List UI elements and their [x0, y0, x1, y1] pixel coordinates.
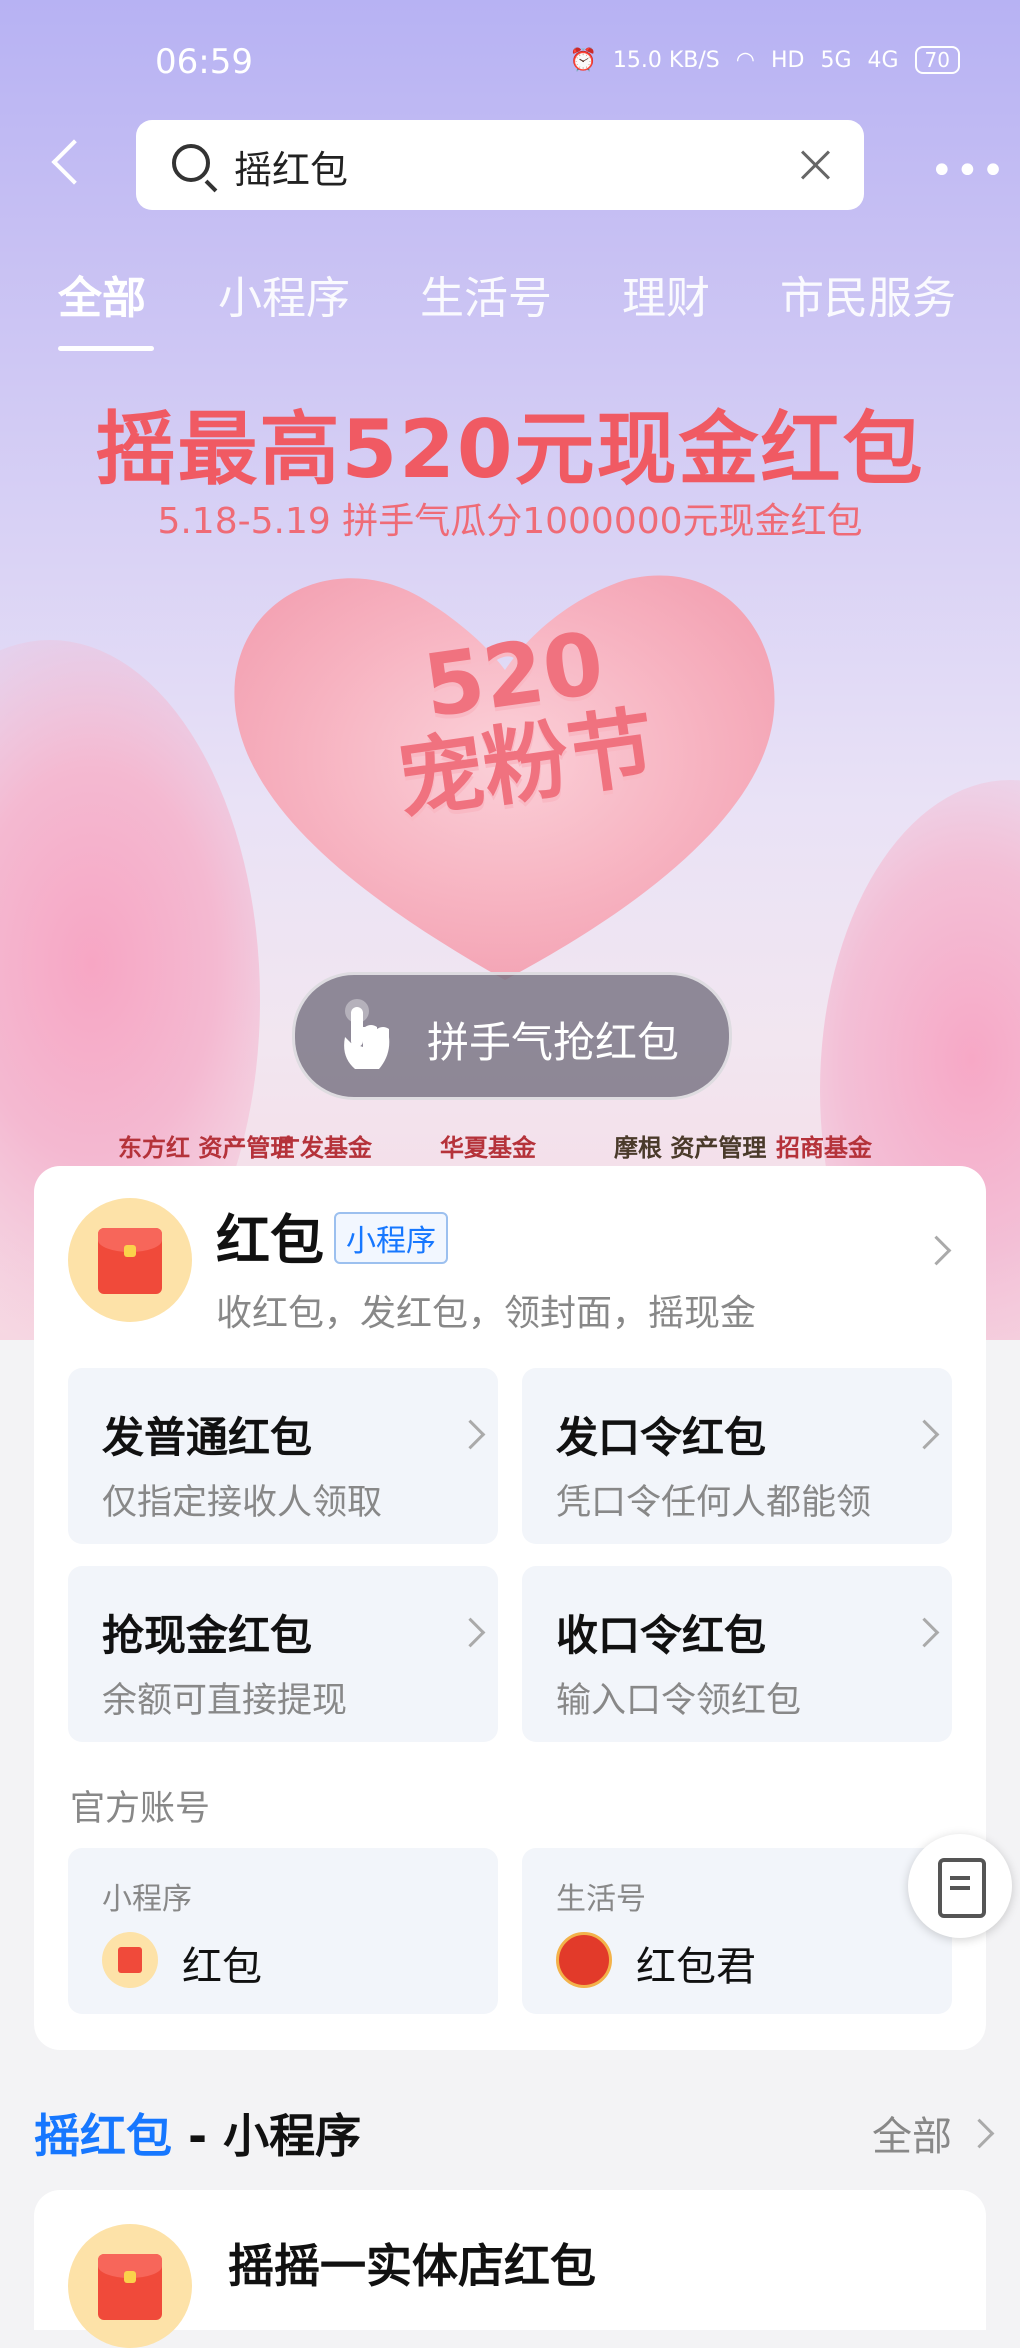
official-mini-program[interactable]: 小程序 红包: [68, 1848, 498, 2014]
action-subtitle: 仅指定接收人领取: [102, 1483, 383, 1523]
signal-5g: 5G: [820, 47, 852, 73]
section-title-highlight: 摇红包: [34, 2109, 172, 2163]
chevron-right-icon: [455, 1617, 486, 1648]
section-view-all-link[interactable]: 全部: [872, 2104, 995, 2162]
action-subtitle: 输入口令领红包: [556, 1681, 802, 1721]
action-title: 抢现金红包: [102, 1611, 313, 1660]
red-envelope-icon[interactable]: [68, 1198, 192, 1322]
chevron-right-icon[interactable]: [921, 1235, 952, 1266]
clear-icon[interactable]: [800, 150, 830, 180]
document-edit-icon: [938, 1858, 986, 1918]
chevron-right-icon: [964, 2118, 995, 2149]
battery-icon: 70: [914, 46, 960, 74]
hd-badge: HD: [770, 47, 805, 73]
red-packet-king-avatar: [556, 1932, 612, 1988]
active-tab-indicator: [58, 346, 154, 351]
mini-program-badge: 小程序: [334, 1212, 448, 1264]
sponsor-logo: 摩根 资产管理: [614, 1134, 767, 1162]
grab-red-packet-button[interactable]: 拼手气抢红包: [292, 972, 732, 1100]
wifi-icon: ◠: [735, 47, 755, 73]
sponsor-logo: 招商基金: [776, 1134, 872, 1162]
action-subtitle: 凭口令任何人都能领: [556, 1483, 872, 1523]
view-all-label: 全部: [872, 2114, 952, 2160]
sponsor-logo: 广发基金: [276, 1134, 372, 1162]
action-subtitle: 余额可直接提现: [102, 1681, 348, 1721]
app-title[interactable]: 红包: [216, 1196, 324, 1275]
banner-subtitle: 5.18-5.19 拼手气瓜分1000000元现金红包: [157, 501, 863, 542]
tab-life-account[interactable]: 生活号: [420, 262, 552, 326]
official-accounts-label: 官方账号: [70, 1789, 211, 1829]
cta-label: 拼手气抢红包: [427, 1018, 680, 1067]
section-title-rest: - 小程序: [172, 2109, 362, 2163]
hand-pointer-icon: [344, 999, 390, 1069]
result-title: 摇摇一实体店红包: [228, 2239, 596, 2293]
account-kind: 生活号: [556, 1882, 646, 1917]
red-envelope-icon: [102, 1932, 158, 1988]
send-password-packet-button[interactable]: 发口令红包 凭口令任何人都能领: [522, 1368, 952, 1544]
status-bar: 06:59 ⏰ 15.0 KB/S ◠ HD 5G 4G 70: [0, 40, 1020, 90]
tab-all[interactable]: 全部: [58, 262, 146, 326]
sponsor-logo: 东方红 资产管理: [118, 1134, 295, 1162]
chevron-right-icon: [909, 1419, 940, 1450]
alarm-icon: ⏰: [569, 47, 597, 73]
action-title: 发普通红包: [102, 1413, 313, 1462]
account-name: 红包君: [636, 1944, 756, 1990]
action-title: 收口令红包: [556, 1611, 767, 1660]
chevron-right-icon: [455, 1419, 486, 1450]
notes-float-button[interactable]: [908, 1834, 1012, 1938]
action-title: 发口令红包: [556, 1413, 767, 1462]
account-kind: 小程序: [102, 1882, 192, 1917]
account-name: 红包: [182, 1944, 262, 1990]
tab-mini-program[interactable]: 小程序: [218, 262, 350, 326]
search-bar[interactable]: [136, 120, 864, 210]
banner-title[interactable]: 摇最高520元现金红包: [0, 385, 1020, 501]
sponsor-logo: 华夏基金: [440, 1134, 536, 1162]
status-icons: ⏰ 15.0 KB/S ◠ HD 5G 4G 70: [569, 46, 960, 74]
send-normal-packet-button[interactable]: 发普通红包 仅指定接收人领取: [68, 1368, 498, 1544]
signal-4g: 4G: [867, 47, 899, 73]
result-card[interactable]: 摇摇一实体店红包: [34, 2190, 986, 2348]
section-title: 摇红包 - 小程序: [34, 2100, 361, 2166]
red-envelope-icon: [68, 2224, 192, 2348]
search-input[interactable]: [232, 136, 796, 196]
back-button[interactable]: [48, 138, 88, 188]
official-life-account[interactable]: 生活号 红包君: [522, 1848, 952, 2014]
search-icon: [172, 144, 210, 182]
app-description: 收红包，发红包，领封面，摇现金: [216, 1293, 757, 1334]
grab-cash-packet-button[interactable]: 抢现金红包 余额可直接提现: [68, 1566, 498, 1742]
tab-finance[interactable]: 理财: [622, 262, 710, 326]
tab-citizen-service[interactable]: 市民服务: [780, 262, 956, 326]
receive-password-packet-button[interactable]: 收口令红包 输入口令领红包: [522, 1566, 952, 1742]
more-menu-button[interactable]: •••: [930, 148, 1007, 194]
category-tabs: 全部 小程序 生活号 理财 市民服务: [0, 262, 1020, 352]
chevron-right-icon: [909, 1617, 940, 1648]
network-speed: 15.0 KB/S: [612, 47, 720, 73]
status-time: 06:59: [155, 42, 253, 82]
red-packet-app-card: 红包 小程序 收红包，发红包，领封面，摇现金 发普通红包 仅指定接收人领取 发口…: [34, 1166, 986, 2050]
sponsor-logos: 东方红 资产管理 广发基金 华夏基金 摩根 资产管理 招商基金: [0, 1128, 1020, 1168]
